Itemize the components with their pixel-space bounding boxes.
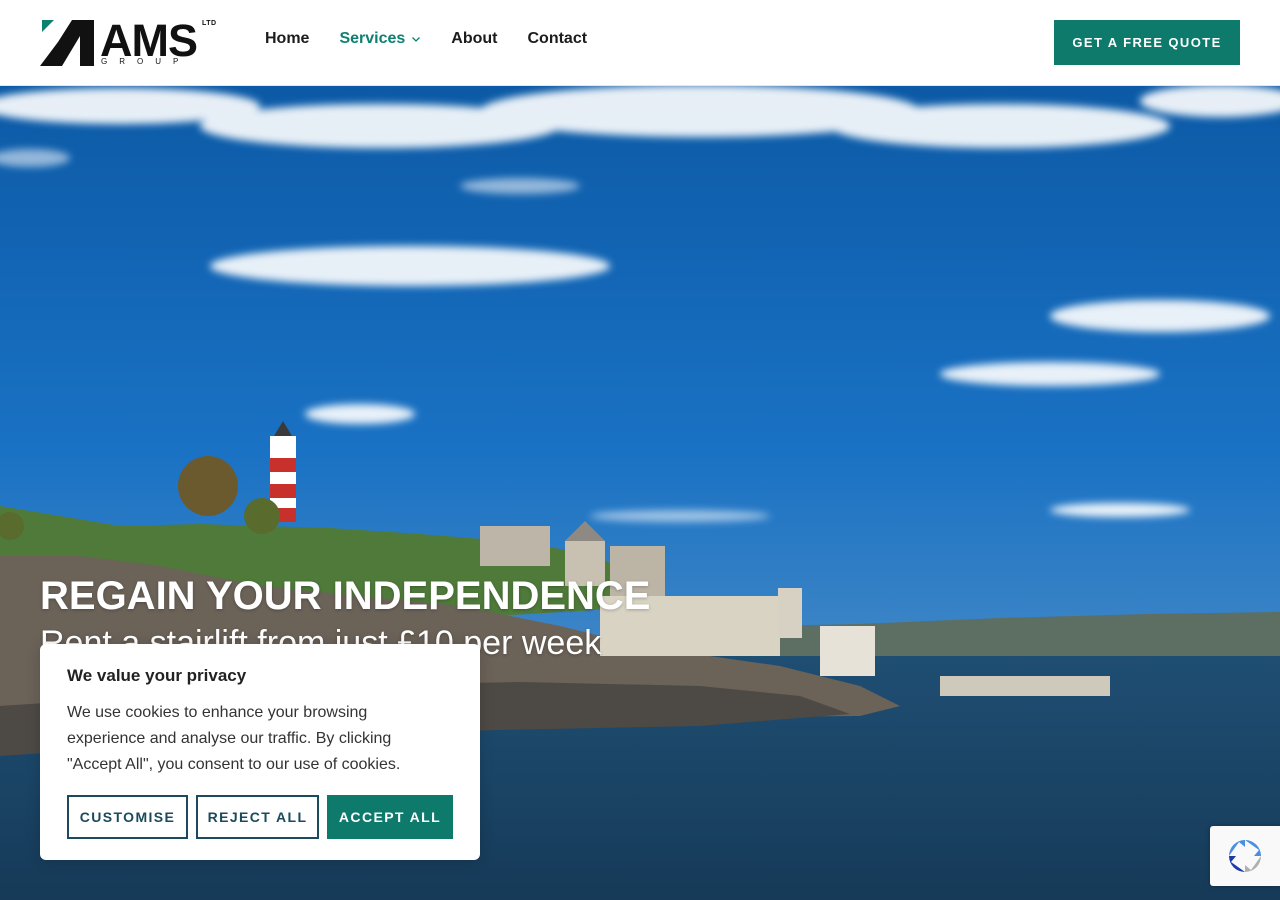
nav-about[interactable]: About	[451, 30, 497, 48]
cookie-button-group: CUSTOMISE REJECT ALL ACCEPT ALL	[67, 795, 453, 839]
cookie-title: We value your privacy	[67, 666, 247, 685]
hero-title: REGAIN YOUR INDEPENDENCE	[40, 574, 651, 618]
nav-about-label: About	[451, 30, 498, 47]
logo-group: GROUP	[101, 57, 191, 66]
nav-services-label: Services	[339, 30, 406, 47]
nav-home[interactable]: Home	[265, 30, 309, 48]
reject-all-button[interactable]: REJECT ALL	[196, 795, 319, 839]
cookie-description: We use cookies to enhance your browsing …	[67, 704, 401, 773]
recaptcha-badge[interactable]	[1210, 826, 1280, 886]
accept-all-button[interactable]: ACCEPT ALL	[327, 795, 453, 839]
site-logo[interactable]: AMS LTD GROUP	[40, 16, 220, 68]
chevron-down-icon	[412, 37, 421, 42]
logo-ltd: LTD	[202, 20, 217, 27]
nav-contact-label: Contact	[527, 30, 588, 47]
cookie-consent-banner: We value your privacy We use cookies to …	[40, 644, 480, 860]
main-nav: Home Services About Contact	[265, 30, 587, 48]
logo-mark-icon	[40, 20, 94, 66]
customise-button[interactable]: CUSTOMISE	[67, 795, 188, 839]
nav-contact[interactable]: Contact	[528, 30, 588, 48]
get-free-quote-button[interactable]: GET A FREE QUOTE	[1054, 20, 1240, 65]
site-header: AMS LTD GROUP Home Services About Contac…	[0, 0, 1280, 86]
nav-home-label: Home	[265, 30, 310, 47]
recaptcha-icon	[1229, 840, 1261, 872]
nav-services[interactable]: Services	[339, 30, 421, 48]
